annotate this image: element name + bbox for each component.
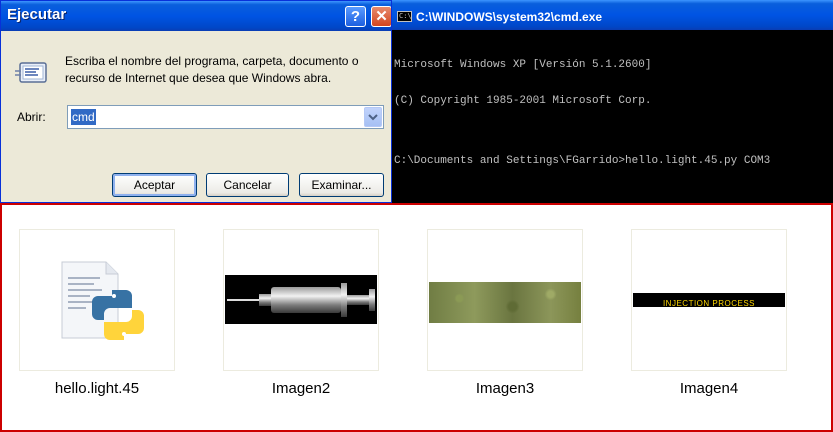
- explorer-panel: hello.light.45 Imagen2 Imagen3 INJECTION…: [0, 203, 833, 432]
- texture-image: [429, 282, 581, 323]
- file-thumbnail[interactable]: [19, 229, 175, 371]
- file-label[interactable]: Imagen4: [631, 380, 787, 397]
- open-input[interactable]: cmd: [67, 105, 384, 129]
- file-label[interactable]: Imagen2: [223, 380, 379, 397]
- console-icon: C:\: [397, 11, 412, 22]
- banner-text: INJECTION PROCESS: [662, 299, 756, 308]
- open-input-value[interactable]: cmd: [71, 109, 96, 125]
- chevron-down-icon[interactable]: [364, 107, 382, 127]
- image-thumbnail[interactable]: INJECTION PROCESS: [631, 229, 787, 371]
- run-dialog: Ejecutar ? ✕ Escriba el nombre del progr…: [0, 0, 392, 203]
- open-label: Abrir:: [17, 110, 46, 124]
- cancel-button[interactable]: Cancelar: [206, 173, 289, 197]
- image-thumbnail[interactable]: [223, 229, 379, 371]
- cmd-titlebar[interactable]: C:\ C:\WINDOWS\system32\cmd.exe: [392, 0, 833, 30]
- run-dialog-title: Ejecutar: [7, 6, 67, 23]
- image-thumbnail[interactable]: [427, 229, 583, 371]
- file-label[interactable]: Imagen3: [427, 380, 583, 397]
- syringe-image: [225, 275, 377, 324]
- injection-banner-image: INJECTION PROCESS: [633, 293, 785, 308]
- file-label[interactable]: hello.light.45: [19, 380, 175, 397]
- ok-button[interactable]: Aceptar: [112, 173, 197, 197]
- console-line: Microsoft Windows XP [Versión 5.1.2600]: [394, 59, 652, 71]
- close-icon[interactable]: ✕: [371, 6, 391, 27]
- browse-button[interactable]: Examinar...: [299, 173, 384, 197]
- console-line: (C) Copyright 1985-2001 Microsoft Corp.: [394, 95, 652, 107]
- run-titlebar[interactable]: Ejecutar ? ✕: [1, 1, 391, 31]
- console-output[interactable]: Microsoft Windows XP [Versión 5.1.2600] …: [394, 35, 831, 191]
- run-icon: [15, 62, 47, 83]
- help-icon[interactable]: ?: [345, 6, 366, 27]
- python-file-icon: [61, 261, 144, 340]
- console-line: C:\Documents and Settings\FGarrido>hello…: [394, 155, 771, 167]
- cmd-window-title: C:\WINDOWS\system32\cmd.exe: [416, 10, 603, 24]
- cmd-window: C:\ C:\WINDOWS\system32\cmd.exe Microsof…: [392, 0, 833, 203]
- run-description: Escriba el nombre del programa, carpeta,…: [65, 54, 359, 85]
